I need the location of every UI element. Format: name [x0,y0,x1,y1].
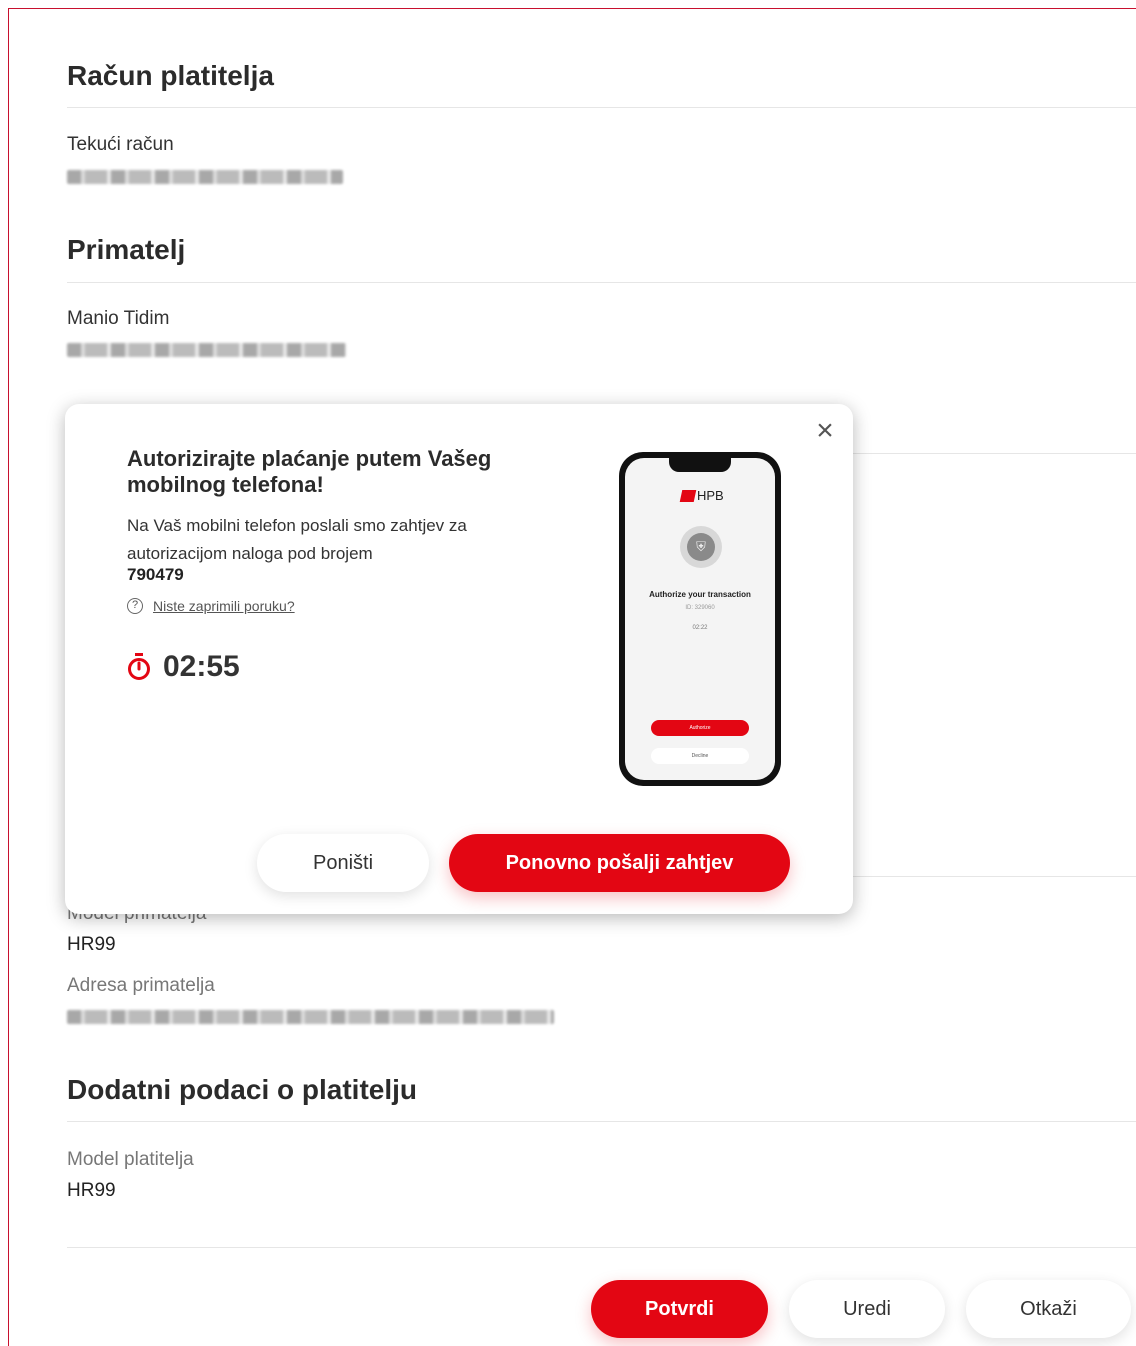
edit-button[interactable]: Uredi [789,1280,945,1338]
resend-request-button[interactable]: Ponovno pošalji zahtjev [449,834,790,892]
phone-notch [669,458,731,472]
phone-authorize-button: Authorize [651,720,749,736]
phone-auth-id: ID: 329060 [685,605,715,611]
confirm-button[interactable]: Potvrdi [591,1280,768,1338]
shield-icon: ⛨ [680,526,722,568]
section-title-payer-account: Račun platitelja [67,60,274,91]
timer-value: 02:55 [163,650,240,683]
divider [67,1247,1136,1248]
phone-auth-time: 02:22 [692,625,708,631]
current-account-value-redacted [67,170,343,184]
order-number: 790479 [127,565,184,584]
modal-title: Autorizirajte plaćanje putem Vašeg mobil… [127,446,492,497]
divider [67,282,1136,283]
hpb-logo-mark [679,489,697,502]
hpb-logo: HPB [679,488,724,503]
cancel-button[interactable]: Otkaži [966,1280,1131,1338]
authorization-modal: × Autorizirajte plaćanje putem Vašeg mob… [65,404,853,914]
divider [67,1121,1136,1122]
recipient-address-redacted [67,1010,554,1024]
phone-auth-title: Authorize your transaction [649,590,751,599]
recipient-model-value: HR99 [67,934,116,955]
divider [67,107,1136,108]
question-icon: ? [127,598,143,614]
current-account-label: Tekući račun [67,134,174,155]
phone-illustration: HPB ⛨ Authorize your transaction ID: 329… [619,452,781,786]
recipient-address-label: Adresa primatelja [67,975,215,996]
recipient-name: Manio Tidim [67,308,170,329]
countdown-timer: 02:55 [127,650,240,684]
phone-decline-button: Decline [651,748,749,764]
section-title-recipient: Primatelj [67,234,186,265]
payer-model-value: HR99 [67,1180,116,1201]
message-not-received-link[interactable]: Niste zaprimili poruku? [153,598,295,614]
modal-description: Na Vaš mobilni telefon poslali smo zahtj… [127,516,467,563]
help-row: ? Niste zaprimili poruku? [127,598,295,614]
close-icon[interactable]: × [811,416,839,446]
hpb-logo-text: HPB [697,488,724,503]
phone-screen: HPB ⛨ Authorize your transaction ID: 329… [625,458,775,780]
recipient-account-redacted [67,343,346,357]
modal-cancel-button[interactable]: Poništi [257,834,429,892]
payer-model-label: Model platitelja [67,1149,194,1170]
section-title-payer-extra: Dodatni podaci o platitelju [67,1074,417,1105]
stopwatch-icon [128,653,150,680]
